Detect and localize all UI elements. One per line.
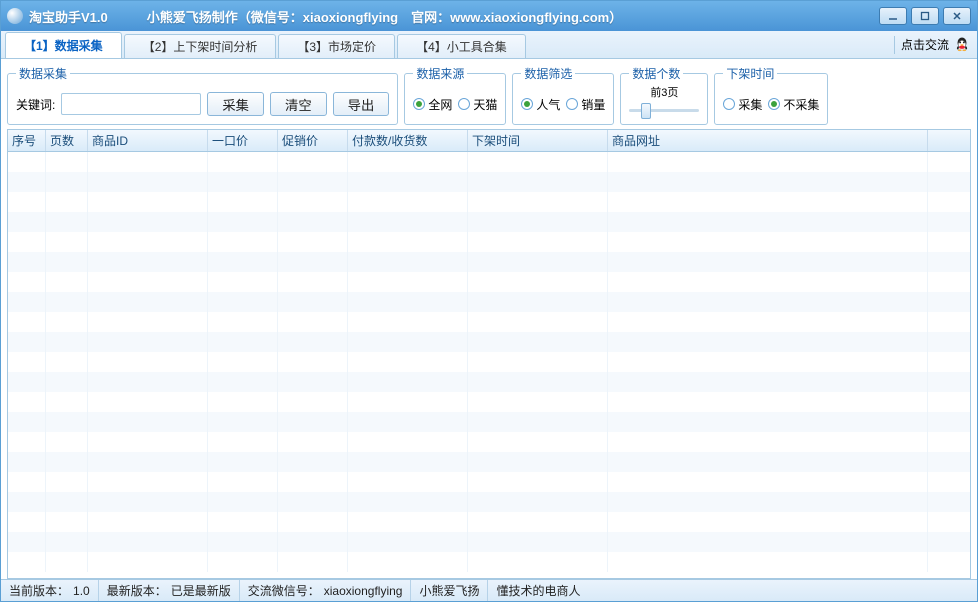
minimize-button[interactable] xyxy=(879,7,907,25)
grid-col-header[interactable]: 一口价 xyxy=(208,130,278,151)
group-source: 数据来源 全网 天猫 xyxy=(404,65,506,125)
group-offtime: 下架时间 采集 不采集 xyxy=(714,65,828,125)
table-row[interactable] xyxy=(8,552,970,572)
tab-shelf-analysis[interactable]: 【2】上下架时间分析 xyxy=(124,34,277,58)
table-row[interactable] xyxy=(8,252,970,272)
grid-col-header[interactable]: 下架时间 xyxy=(468,130,608,151)
grid-col-header[interactable]: 商品网址 xyxy=(608,130,928,151)
app-icon xyxy=(7,8,23,24)
status-latest-value: 已是最新版 xyxy=(171,582,231,599)
table-row[interactable] xyxy=(8,192,970,212)
maximize-button[interactable] xyxy=(911,7,939,25)
tabbar: 【1】数据采集 【2】上下架时间分析 【3】市场定价 【4】小工具合集 点击交流 xyxy=(1,31,977,59)
data-grid: 序号页数商品ID一口价促销价付款数/收货数下架时间商品网址 xyxy=(7,129,971,579)
qq-icon[interactable] xyxy=(953,36,971,54)
table-row[interactable] xyxy=(8,152,970,172)
table-row[interactable] xyxy=(8,492,970,512)
keyword-label: 关键词: xyxy=(16,96,55,113)
tab-market-pricing[interactable]: 【3】市场定价 xyxy=(278,34,395,58)
group-filter-legend: 数据筛选 xyxy=(521,65,575,82)
tabbar-divider xyxy=(894,36,895,54)
close-button[interactable] xyxy=(943,7,971,25)
count-value-label: 前3页 xyxy=(650,84,678,100)
radio-filter-sales[interactable]: 销量 xyxy=(566,96,605,113)
radio-filter-popularity[interactable]: 人气 xyxy=(521,96,560,113)
radio-source-tmall[interactable]: 天猫 xyxy=(458,96,497,113)
keyword-input[interactable] xyxy=(61,93,201,115)
status-wechat-value: xiaoxiongflying xyxy=(324,584,403,598)
group-filter: 数据筛选 人气 销量 xyxy=(512,65,614,125)
table-row[interactable] xyxy=(8,172,970,192)
statusbar: 当前版本： 1.0 最新版本：已是最新版 交流微信号： xiaoxiongflyin… xyxy=(1,579,977,601)
group-source-legend: 数据来源 xyxy=(413,65,467,82)
slider-thumb[interactable] xyxy=(641,103,651,119)
titlebar[interactable]: 淘宝助手V1.0 小熊爱飞扬制作（微信号：xiaoxiongflying 官网：… xyxy=(1,1,977,31)
status-wechat-label: 交流微信号： xyxy=(248,582,320,599)
grid-col-header[interactable]: 页数 xyxy=(46,130,88,151)
table-row[interactable] xyxy=(8,412,970,432)
status-latest-label: 最新版本： xyxy=(107,582,167,599)
table-row[interactable] xyxy=(8,532,970,552)
radio-source-all[interactable]: 全网 xyxy=(413,96,452,113)
count-slider[interactable] xyxy=(629,102,699,118)
grid-col-header[interactable]: 付款数/收货数 xyxy=(348,130,468,151)
table-row[interactable] xyxy=(8,472,970,492)
table-row[interactable] xyxy=(8,292,970,312)
grid-col-header[interactable]: 商品ID xyxy=(88,130,208,151)
table-row[interactable] xyxy=(8,332,970,352)
table-row[interactable] xyxy=(8,352,970,372)
group-collect-legend: 数据采集 xyxy=(16,65,70,82)
window-title: 淘宝助手V1.0 小熊爱飞扬制作（微信号：xiaoxiongflying 官网：… xyxy=(29,7,622,26)
table-row[interactable] xyxy=(8,392,970,412)
group-offtime-legend: 下架时间 xyxy=(723,65,777,82)
radio-offtime-nocollect[interactable]: 不采集 xyxy=(768,96,819,113)
tab-tools[interactable]: 【4】小工具合集 xyxy=(397,34,526,58)
collect-button[interactable]: 采集 xyxy=(207,92,264,116)
click-chat-label[interactable]: 点击交流 xyxy=(901,36,949,53)
group-count-legend: 数据个数 xyxy=(629,65,683,82)
tab-data-collect[interactable]: 【1】数据采集 xyxy=(5,32,122,58)
group-count: 数据个数 前3页 xyxy=(620,65,708,125)
table-row[interactable] xyxy=(8,212,970,232)
table-row[interactable] xyxy=(8,232,970,252)
table-row[interactable] xyxy=(8,272,970,292)
group-collect: 数据采集 关键词: 采集 清空 导出 xyxy=(7,65,398,125)
grid-col-header[interactable]: 序号 xyxy=(8,130,46,151)
grid-col-header[interactable]: 促销价 xyxy=(278,130,348,151)
status-author: 小熊爱飞扬 xyxy=(419,582,479,599)
status-current-label: 当前版本： xyxy=(9,582,69,599)
status-current-value: 1.0 xyxy=(73,584,90,598)
table-row[interactable] xyxy=(8,512,970,532)
clear-button[interactable]: 清空 xyxy=(270,92,327,116)
table-row[interactable] xyxy=(8,312,970,332)
table-row[interactable] xyxy=(8,372,970,392)
export-button[interactable]: 导出 xyxy=(333,92,390,116)
grid-body[interactable] xyxy=(8,152,970,578)
table-row[interactable] xyxy=(8,432,970,452)
radio-offtime-collect[interactable]: 采集 xyxy=(723,96,762,113)
table-row[interactable] xyxy=(8,452,970,472)
app-window: 淘宝助手V1.0 小熊爱飞扬制作（微信号：xiaoxiongflying 官网：… xyxy=(0,0,978,602)
grid-header: 序号页数商品ID一口价促销价付款数/收货数下架时间商品网址 xyxy=(8,130,970,152)
status-slogan: 懂技术的电商人 xyxy=(496,582,580,599)
